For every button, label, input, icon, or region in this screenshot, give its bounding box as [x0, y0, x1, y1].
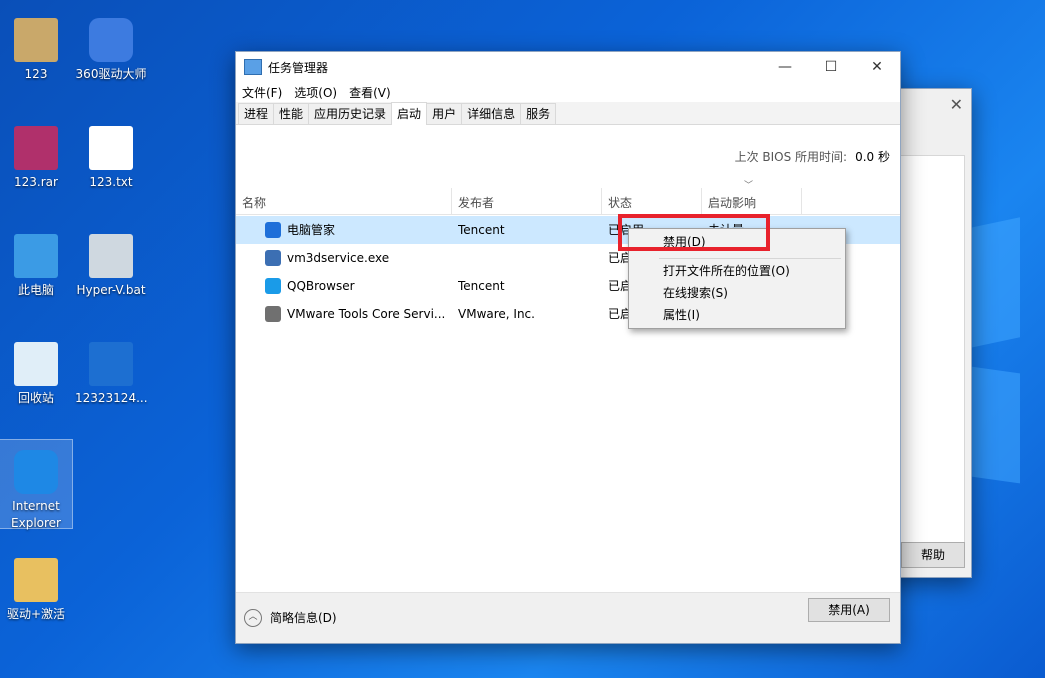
desktop-icon-label: 12323124...	[75, 391, 148, 405]
vmware-icon	[265, 306, 281, 322]
bios-time: 上次 BIOS 所用时间: 0.0 秒	[735, 148, 890, 165]
qqbrowser-icon	[265, 278, 281, 294]
footer-bar: ︿ 简略信息(D) 禁用(A)	[236, 592, 900, 643]
row-name: VMware Tools Core Servi...	[287, 307, 446, 321]
desktop-icon-label: 123.rar	[14, 175, 58, 189]
row-name: vm3dservice.exe	[287, 251, 390, 265]
12323124-icon	[89, 342, 133, 386]
desktop-icon-label: 驱动+激活	[6, 607, 66, 621]
fewer-details-link[interactable]: 简略信息(D)	[270, 609, 337, 626]
internet-explorer-icon	[14, 450, 58, 494]
desktop-icon-label: 此电脑	[17, 283, 54, 297]
window-title: 任务管理器	[268, 60, 329, 75]
tab-strip: 进程 性能 应用历史记录 启动 用户 详细信息 服务	[236, 102, 900, 125]
close-button[interactable]: ✕	[854, 52, 900, 82]
close-icon[interactable]: ✕	[950, 95, 963, 114]
desktop-icon-label: Hyper-V.bat	[76, 283, 146, 297]
tab-processes[interactable]: 进程	[238, 103, 275, 124]
desktop-icon-recycle-bin[interactable]: 回收站	[0, 332, 72, 407]
row-publisher: Tencent	[458, 279, 505, 293]
maximize-button[interactable]: ☐	[808, 52, 854, 82]
context-menu-properties[interactable]: 属性(I)	[663, 305, 700, 325]
123-txt-icon	[89, 126, 133, 170]
tab-startup[interactable]: 启动	[391, 102, 428, 125]
exe-file-icon	[265, 250, 281, 266]
column-header-status[interactable]: 状态	[602, 188, 702, 214]
recycle-bin-icon	[14, 342, 58, 386]
minimize-button[interactable]: —	[762, 52, 808, 82]
tab-app-history[interactable]: 应用历史记录	[308, 103, 393, 124]
context-menu-separator	[659, 258, 841, 259]
row-name: QQBrowser	[287, 279, 355, 293]
desktop-icon-label: 回收站	[17, 391, 54, 405]
row-publisher: Tencent	[458, 223, 505, 237]
123-rar-icon	[14, 126, 58, 170]
chevron-up-icon[interactable]: ︿	[244, 609, 262, 627]
desktop-icon-label: 360驱动大师	[75, 67, 147, 81]
tab-details[interactable]: 详细信息	[461, 103, 522, 124]
column-header-publisher[interactable]: 发布者	[452, 188, 602, 214]
menu-view[interactable]: 查看(V)	[349, 84, 391, 101]
desktop-icon-label: Internet Explorer	[11, 499, 61, 530]
menu-bar: 文件(F) 选项(O) 查看(V)	[236, 82, 900, 102]
column-header-impact[interactable]: 启动影响	[702, 188, 802, 214]
context-menu-open-location[interactable]: 打开文件所在的位置(O)	[663, 261, 790, 281]
bios-time-label: 上次 BIOS 所用时间:	[734, 150, 848, 164]
disable-button[interactable]: 禁用(A)	[808, 598, 890, 622]
123-folder-icon	[14, 18, 58, 62]
desktop-icon-hyperv-bat[interactable]: Hyper-V.bat	[75, 224, 147, 299]
desktop-icon-123-folder[interactable]: 123	[0, 8, 72, 83]
desktop-icon-123-txt[interactable]: 123.txt	[75, 116, 147, 191]
tab-performance[interactable]: 性能	[273, 103, 310, 124]
this-pc-icon	[14, 234, 58, 278]
desktop-icon-label: 123	[24, 67, 48, 81]
hyperv-bat-icon	[89, 234, 133, 278]
desktop-icon-12323124[interactable]: 12323124...	[75, 332, 148, 407]
title-bar[interactable]: 任务管理器 — ☐ ✕	[236, 52, 900, 82]
desktop-icon-123-rar[interactable]: 123.rar	[0, 116, 72, 191]
desktop-icon-driver-activate[interactable]: 驱动+激活	[0, 548, 72, 623]
bios-time-value: 0.0 秒	[855, 150, 890, 164]
desktop-icon-internet-explorer[interactable]: Internet Explorer	[0, 439, 73, 530]
360-driver-icon	[89, 18, 133, 62]
row-publisher: VMware, Inc.	[458, 307, 535, 321]
menu-options[interactable]: 选项(O)	[294, 84, 337, 101]
menu-file[interactable]: 文件(F)	[242, 84, 282, 101]
tab-users[interactable]: 用户	[426, 103, 463, 124]
task-manager-icon	[244, 59, 262, 75]
desktop-icon-label: 123.txt	[89, 175, 133, 189]
column-header-row: 名称 发布者 状态 启动影响	[236, 188, 900, 215]
tencent-pc-manager-icon	[265, 222, 281, 238]
help-button[interactable]: 帮助	[901, 542, 965, 568]
column-header-name[interactable]: 名称	[236, 188, 452, 214]
task-manager-window: 任务管理器 — ☐ ✕ 文件(F) 选项(O) 查看(V) 进程 性能 应用历史…	[235, 51, 901, 644]
highlight-box	[618, 214, 770, 251]
tab-services[interactable]: 服务	[520, 103, 557, 124]
row-name: 电脑管家	[287, 223, 336, 237]
desktop-icon-360-driver[interactable]: 360驱动大师	[75, 8, 147, 83]
desktop-icon-this-pc[interactable]: 此电脑	[0, 224, 72, 299]
context-menu-search-online[interactable]: 在线搜索(S)	[663, 283, 728, 303]
driver-activate-icon	[14, 558, 58, 602]
